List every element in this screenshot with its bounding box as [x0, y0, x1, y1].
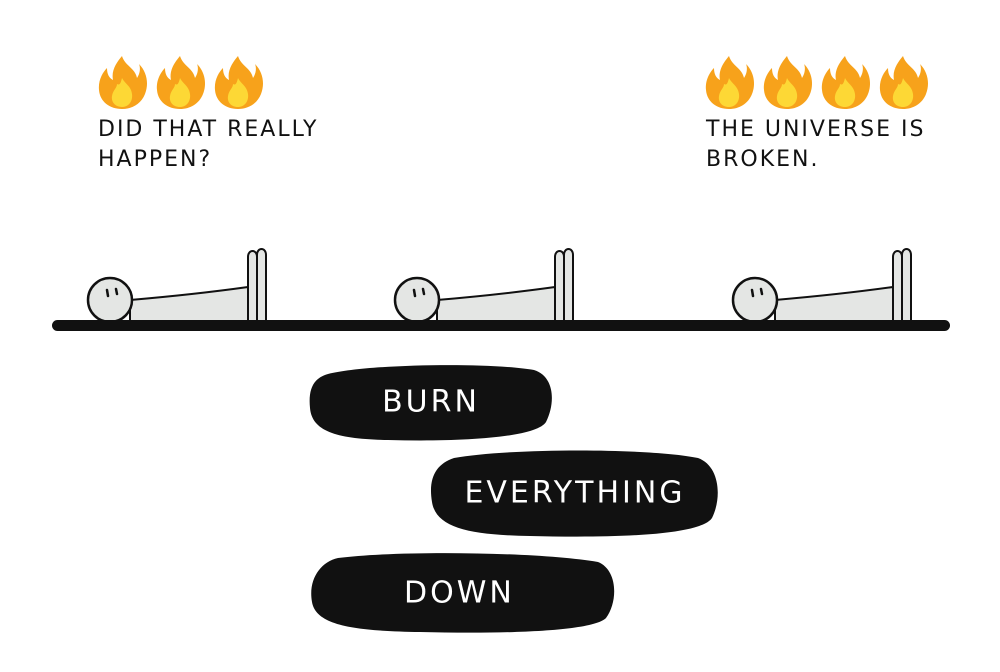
blob-label: DOWN	[404, 575, 515, 611]
fire-icon	[156, 56, 205, 109]
comic-panel: DID THAT REALLY HAPPEN? THE UNIVERSE IS …	[0, 0, 1000, 672]
caption-right: THE UNIVERSE IS BROKEN.	[706, 117, 926, 172]
fire-icon	[821, 56, 870, 109]
flames-right	[702, 54, 930, 110]
blob-burn: BURN	[308, 362, 554, 442]
flames-left	[95, 54, 265, 110]
fire-icon	[705, 56, 754, 109]
blob-label: BURN	[382, 384, 480, 420]
lying-stick-figure	[393, 248, 580, 324]
blob-label: EVERYTHING	[464, 475, 686, 511]
floor-line	[52, 320, 950, 331]
blob-everything: EVERYTHING	[430, 448, 720, 538]
lying-stick-figure	[86, 248, 273, 324]
fire-icon	[98, 56, 147, 109]
blob-down: DOWN	[310, 552, 616, 634]
caption-left: DID THAT REALLY HAPPEN?	[98, 117, 319, 172]
lying-stick-figure	[731, 248, 918, 324]
fire-icon	[214, 56, 263, 109]
fire-icon	[879, 56, 928, 109]
fire-icon	[763, 56, 812, 109]
